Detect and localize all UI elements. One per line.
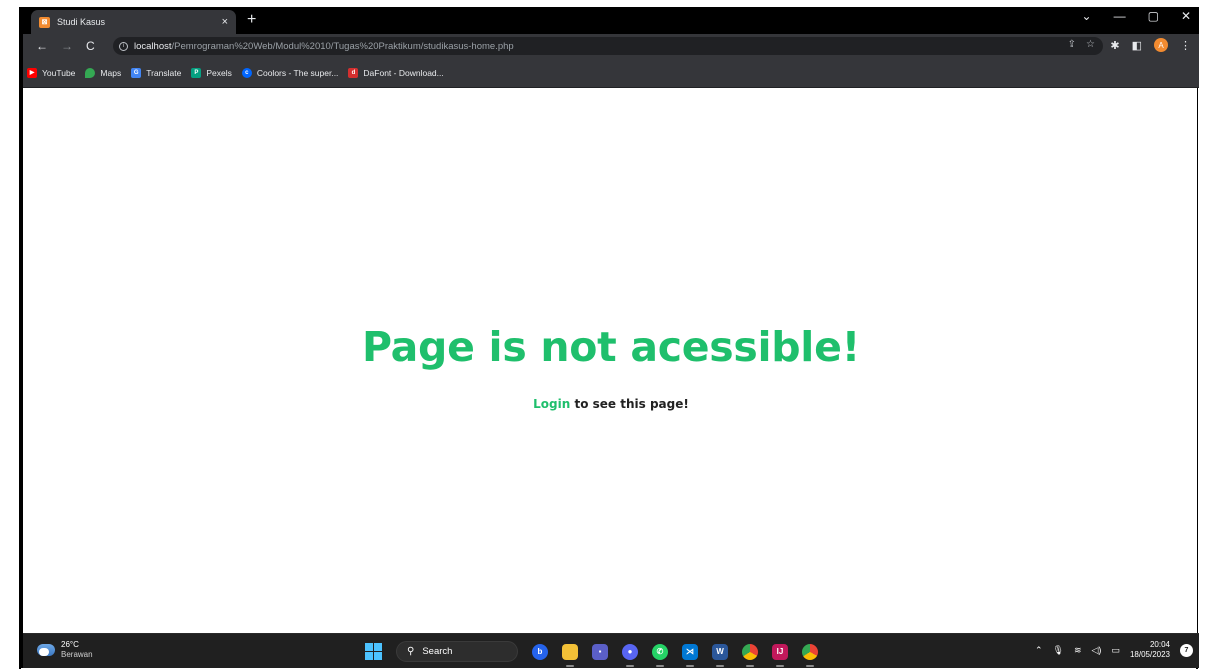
tab-search-icon[interactable]: ⌄ xyxy=(1082,9,1092,23)
browser-toolbar: ← → C i localhost /Pemrograman%20Web/Mod… xyxy=(23,34,1199,58)
bookmark-maps[interactable]: Maps xyxy=(85,67,121,78)
url-host: localhost xyxy=(134,40,172,52)
maximize-icon[interactable]: ▢ xyxy=(1148,9,1159,23)
page-content: Page is not acessible! Login to see this… xyxy=(23,88,1197,633)
youtube-icon: ▶ xyxy=(27,67,37,78)
translate-icon: G xyxy=(131,67,142,78)
windows-taskbar: 26°C Berawan ⚲ Search b ▪ ● ✆ ⋊ W IJ ⌃ 🎙… xyxy=(23,633,1199,668)
site-info-icon[interactable]: i xyxy=(119,41,128,51)
menu-kebab-icon[interactable]: ⋮ xyxy=(1180,39,1191,52)
profile-avatar[interactable]: A xyxy=(1154,38,1168,52)
page-title: Page is not acessible! xyxy=(362,323,860,371)
wifi-icon[interactable]: ≋ xyxy=(1074,645,1082,656)
intellij-icon[interactable]: IJ xyxy=(772,643,788,667)
bookmark-youtube[interactable]: ▶ YouTube xyxy=(27,67,75,78)
search-label: Search xyxy=(422,646,453,657)
discord-icon[interactable]: ● xyxy=(622,643,638,667)
taskbar-search[interactable]: ⚲ Search xyxy=(396,641,518,662)
minimize-icon[interactable]: — xyxy=(1114,9,1126,23)
weather-temp: 26°C xyxy=(61,640,79,649)
screen: ⊠ Studi Kasus × + ⌄ — ▢ ✕ ← → C i localh… xyxy=(21,7,1199,668)
address-bar[interactable]: i localhost /Pemrograman%20Web/Modul%201… xyxy=(113,37,1103,55)
file-explorer-icon[interactable] xyxy=(562,643,578,667)
clock-date: 18/05/2023 xyxy=(1129,650,1170,659)
tab-title: Studi Kasus xyxy=(57,17,106,27)
taskbar-center: ⚲ Search b ▪ ● ✆ ⋊ W IJ xyxy=(365,641,818,667)
clock[interactable]: 20:04 18/05/2023 xyxy=(1130,640,1170,660)
extensions-icon[interactable]: ✱ xyxy=(1110,39,1119,52)
tab-close-icon[interactable]: × xyxy=(222,16,228,28)
url-path: /Pemrograman%20Web/Modul%2010/Tugas%20Pr… xyxy=(171,40,514,52)
side-panel-icon[interactable]: ◧ xyxy=(1132,39,1142,52)
bookmark-dafont[interactable]: d DaFont - Download... xyxy=(348,67,444,78)
login-link[interactable]: Login xyxy=(533,397,570,411)
maps-icon xyxy=(85,67,96,78)
clock-time: 20:04 xyxy=(1149,640,1170,649)
bookmarks-bar: ▶ YouTube Maps G Translate P Pexels c Co… xyxy=(23,58,1199,88)
share-icon[interactable]: ⇪ xyxy=(1068,39,1076,50)
bookmark-star-icon[interactable]: ☆ xyxy=(1086,39,1095,50)
chrome-icon[interactable] xyxy=(742,643,758,667)
chat-app-icon[interactable]: ▪ xyxy=(592,643,608,660)
whatsapp-icon[interactable]: ✆ xyxy=(652,643,668,667)
screenshot-frame: ⊠ Studi Kasus × + ⌄ — ▢ ✕ ← → C i localh… xyxy=(0,0,1209,669)
close-window-icon[interactable]: ✕ xyxy=(1181,9,1191,23)
login-prompt: Login to see this page! xyxy=(23,397,1199,411)
forward-icon[interactable]: → xyxy=(61,39,73,53)
windows-start-icon[interactable] xyxy=(365,643,382,660)
vscode-icon[interactable]: ⋊ xyxy=(682,643,698,667)
bing-icon[interactable]: b xyxy=(532,643,548,660)
bookmark-translate[interactable]: G Translate xyxy=(131,67,181,78)
system-tray: ⌃ 🎙︎ ≋ ◁) ▭ 20:04 18/05/2023 7 xyxy=(1035,640,1193,660)
xampp-favicon-icon: ⊠ xyxy=(39,16,50,28)
toolbar-actions: ✱ ◧ A ⋮ xyxy=(1110,38,1191,52)
weather-widget[interactable]: 26°C Berawan xyxy=(37,640,93,660)
dafont-icon: d xyxy=(348,67,359,78)
word-icon[interactable]: W xyxy=(712,643,728,667)
bookmark-coolors[interactable]: c Coolors - The super... xyxy=(241,67,338,78)
login-prompt-text: to see this page! xyxy=(570,397,689,411)
notification-badge[interactable]: 7 xyxy=(1180,643,1193,657)
tab-strip: ⊠ Studi Kasus × + ⌄ — ▢ ✕ xyxy=(23,7,1199,34)
chrome-profile-icon[interactable] xyxy=(802,643,818,667)
weather-desc: Berawan xyxy=(61,650,93,659)
chevron-up-icon[interactable]: ⌃ xyxy=(1035,645,1043,656)
coolors-icon: c xyxy=(241,67,252,78)
back-icon[interactable]: ← xyxy=(36,39,48,53)
pexels-icon: P xyxy=(191,67,202,78)
new-tab-button[interactable]: + xyxy=(247,11,256,29)
tab-studi-kasus[interactable]: ⊠ Studi Kasus × xyxy=(31,10,236,34)
microphone-icon[interactable]: 🎙︎ xyxy=(1053,645,1064,656)
battery-icon[interactable]: ▭ xyxy=(1111,645,1120,656)
bookmark-pexels[interactable]: P Pexels xyxy=(191,67,232,78)
reload-icon[interactable]: C xyxy=(86,39,95,53)
cloud-icon xyxy=(37,644,55,656)
window-controls: ⌄ — ▢ ✕ xyxy=(1082,9,1191,23)
omnibox-actions: ⇪ ☆ xyxy=(1068,39,1095,50)
volume-icon[interactable]: ◁) xyxy=(1092,645,1102,656)
search-icon: ⚲ xyxy=(407,646,415,657)
